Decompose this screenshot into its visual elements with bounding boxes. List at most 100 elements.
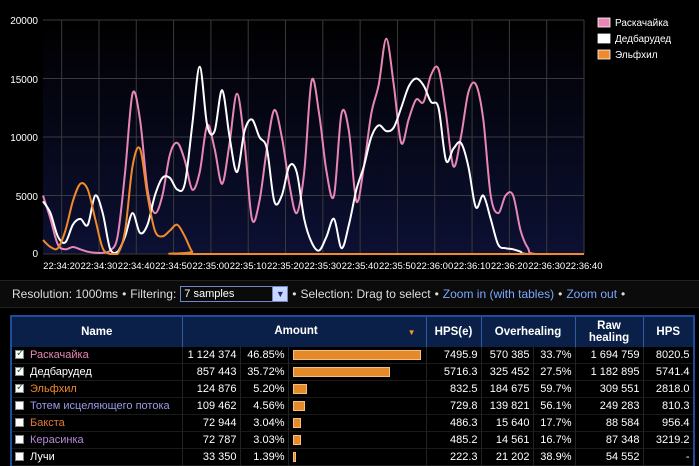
name-cell: Лучи <box>12 448 183 466</box>
legend-swatch-elfhil <box>597 49 611 60</box>
table-row[interactable]: Эльфхил 124 8765.20% 832.5184 67559.7%309 … <box>12 380 693 398</box>
amount-bar-cell <box>288 363 427 381</box>
row-name[interactable]: Тотем исцеляющего потока <box>30 400 170 412</box>
hps-e-cell: 486.3 <box>426 414 482 432</box>
x-tick-label: 22:36:00 <box>416 261 453 272</box>
y-tick-label: 10000 <box>10 133 38 144</box>
row-name[interactable]: Раскачайка <box>30 349 89 361</box>
row-name[interactable]: Керасинка <box>30 434 84 446</box>
amount-cell: 857 443 <box>182 363 241 381</box>
row-checkbox[interactable] <box>15 382 24 393</box>
overhealing-cell: 139 821 <box>481 397 534 415</box>
amount-pct-cell: 46.85% <box>240 347 289 364</box>
amount-bar-cell <box>288 347 427 364</box>
amount-bar-cell <box>288 380 427 398</box>
table-body: Раскачайка1 124 37446.85%7495.9570 38533… <box>12 347 693 466</box>
legend-label: Дедбарудед <box>615 33 671 45</box>
x-tick-label: 22:35:30 <box>304 261 341 272</box>
row-checkbox[interactable] <box>15 451 24 461</box>
amount-cell: 124 876 <box>182 380 241 398</box>
overhealing-pct-cell: 27.5% <box>533 363 576 381</box>
x-axis: 22:34:20 22:34:30 22:34:40 22:34:50 22:35:00… <box>43 261 602 272</box>
healing-chart[interactable]: 20000 15000 10000 5000 0 22:34:20 22:34:3… <box>0 0 699 272</box>
zoom-out-link[interactable]: Zoom out <box>566 287 617 301</box>
chevron-down-icon[interactable]: ▼ <box>272 287 288 301</box>
hps-e-cell: 222.3 <box>426 448 482 466</box>
raw-healing-cell: 54 552 <box>575 448 644 466</box>
col-header-name[interactable]: Name <box>12 317 183 347</box>
legend-label: Эльфхил <box>615 49 658 61</box>
overhealing-cell: 14 561 <box>481 431 534 449</box>
table-row[interactable]: Лучи 33 350 1.39% 222.3 21 202 38.9% 54 552- <box>12 448 693 466</box>
legend-label: Раскачайка <box>615 18 669 29</box>
amount-cell: 72 944 <box>182 414 241 432</box>
row-checkbox[interactable] <box>15 400 24 410</box>
amount-bar-cell <box>288 431 427 449</box>
amount-pct-cell: 4.56% <box>240 397 289 415</box>
separator-bullet: • <box>558 287 563 301</box>
hps-e-cell: 729.8 <box>426 397 482 415</box>
overhealing-cell: 570 385 <box>481 347 534 364</box>
overhealing-pct-cell: 33.7% <box>533 347 576 364</box>
name-cell: Тотем исцеляющего потока <box>12 397 183 415</box>
hps-e-cell: 832.5 <box>426 380 482 398</box>
row-name[interactable]: Бакста <box>30 417 65 429</box>
overhealing-cell: 15 640 <box>481 414 534 432</box>
col-header-hps[interactable]: HPS <box>643 317 693 347</box>
hps-cell: 810.3 <box>643 397 693 415</box>
raw-healing-cell: 1 694 759 <box>575 347 644 364</box>
hps-cell: - <box>643 448 693 466</box>
amount-cell: 109 462 <box>182 397 241 415</box>
table-row[interactable]: Тотем исцеляющего потока 109 462 4.56% 729.… <box>12 397 693 415</box>
x-tick-label: 22:35:20 <box>267 261 304 272</box>
row-name[interactable]: Лучи <box>30 451 55 463</box>
hps-cell: 2818.0 <box>643 380 693 398</box>
raw-healing-cell: 249 283 <box>575 397 644 415</box>
table-row[interactable]: Бакста 72 944 3.04% 486.3 15 640 17.7% 88 584 9… <box>12 414 693 432</box>
table-row[interactable]: Раскачайка 1 124 37446.85% 7495.9570 38533… <box>12 347 693 364</box>
hps-cell: 8020.5 <box>643 347 693 364</box>
amount-bar <box>292 350 421 360</box>
amount-pct-cell: 1.39% <box>240 448 289 466</box>
col-header-hps-e[interactable]: HPS(e) <box>426 317 482 347</box>
x-tick-label: 22:36:20 <box>491 261 528 272</box>
amount-bar <box>292 384 307 394</box>
y-tick-label: 0 <box>32 249 38 260</box>
filter-select[interactable]: 7 samples ▼ <box>180 286 289 302</box>
overhealing-cell: 325 452 <box>481 363 534 381</box>
y-tick-label: 15000 <box>10 75 38 86</box>
amount-pct-cell: 3.04% <box>240 414 289 432</box>
x-tick-label: 22:34:20 <box>43 261 80 272</box>
col-header-amount[interactable]: Amount ▼ <box>182 317 427 347</box>
separator-bullet: • <box>621 287 626 301</box>
col-header-raw-healing[interactable]: Raw healing <box>575 317 644 347</box>
hps-e-cell: 5716.3 <box>426 363 482 381</box>
raw-healing-cell: 309 551 <box>575 380 644 398</box>
x-tick-label: 22:35:00 <box>192 261 229 272</box>
overhealing-pct-cell: 38.9% <box>533 448 576 466</box>
amount-bar-cell <box>288 414 427 432</box>
amount-cell: 33 350 <box>182 448 241 466</box>
row-checkbox[interactable] <box>15 434 24 444</box>
overhealing-pct-cell: 16.7% <box>533 431 576 449</box>
sort-desc-icon[interactable]: ▼ <box>408 327 416 339</box>
row-name[interactable]: Эльфхил <box>30 383 77 395</box>
table-header-row: Name Amount ▼ HPS(e) Overhealing Raw hea… <box>12 317 693 347</box>
row-checkbox[interactable] <box>15 417 24 427</box>
overhealing-cell: 184 675 <box>481 380 534 398</box>
row-checkbox[interactable] <box>15 348 24 359</box>
row-checkbox[interactable] <box>15 365 24 376</box>
chart-controls: Resolution: 1000ms • Filtering: 7 sample… <box>0 280 699 308</box>
row-name[interactable]: Дедбарудед <box>30 366 92 378</box>
amount-bar <box>292 367 391 377</box>
raw-healing-cell: 87 348 <box>575 431 644 449</box>
table-row[interactable]: Дедбарудед 857 44335.72% 5716.3325 45227.5… <box>12 363 693 381</box>
table-row[interactable]: Керасинка 72 787 3.03% 485.2 14 561 16.7% 87 3… <box>12 431 693 449</box>
zoom-in-link[interactable]: Zoom in (with tables) <box>443 287 554 301</box>
amount-bar <box>292 435 301 445</box>
amount-pct-cell: 3.03% <box>240 431 289 449</box>
x-tick-label: 22:34:30 <box>80 261 117 272</box>
col-header-overhealing[interactable]: Overhealing <box>481 317 576 347</box>
amount-bar-cell <box>288 448 427 466</box>
hps-e-cell: 485.2 <box>426 431 482 449</box>
